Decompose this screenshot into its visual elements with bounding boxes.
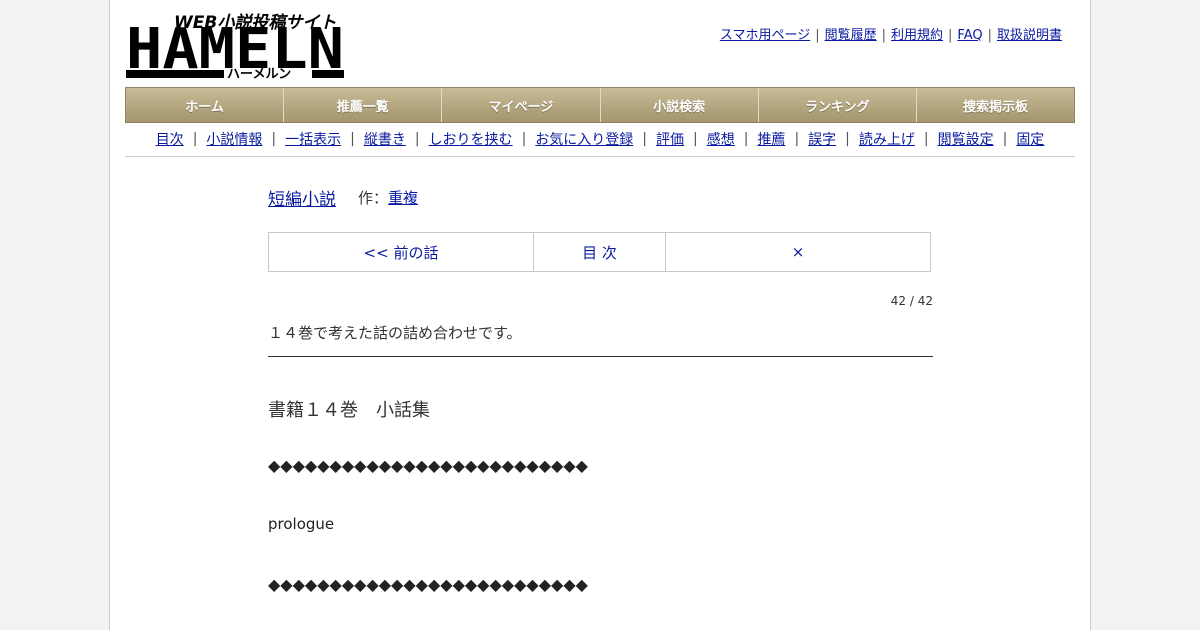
- separator: |: [743, 131, 749, 147]
- logo-kana: ハーメルン: [227, 67, 291, 80]
- nav-ranking[interactable]: ランキング: [759, 88, 917, 122]
- episode-count: 42 / 42: [890, 294, 933, 308]
- novel-title-line: 短編小説 作： 重複: [268, 180, 933, 214]
- diamond-separator: ◆◆◆◆◆◆◆◆◆◆◆◆◆◆◆◆◆◆◆◆◆◆◆◆◆◆: [268, 456, 588, 475]
- subnav-recommend[interactable]: 推薦: [757, 129, 785, 149]
- faq-link[interactable]: FAQ: [957, 28, 982, 43]
- separator: |: [521, 131, 527, 147]
- separator: |: [815, 28, 820, 43]
- subnav-pin[interactable]: 固定: [1016, 129, 1044, 149]
- separator: |: [987, 28, 992, 43]
- subnav-novel-info[interactable]: 小説情報: [206, 129, 262, 149]
- separator: |: [693, 131, 698, 147]
- toc-link[interactable]: 目 次: [534, 233, 666, 271]
- separator: |: [271, 131, 277, 147]
- separator: |: [794, 131, 800, 147]
- separator: |: [414, 131, 420, 147]
- separator: |: [642, 131, 647, 147]
- nav-novel-search[interactable]: 小説検索: [601, 88, 759, 122]
- separator: |: [948, 28, 953, 43]
- episode-body: 書籍１４巻 小話集 ◆◆◆◆◆◆◆◆◆◆◆◆◆◆◆◆◆◆◆◆◆◆◆◆◆◆ pro…: [268, 396, 933, 605]
- subnav-favorite[interactable]: お気に入り登録: [535, 129, 633, 149]
- author-link[interactable]: 重複: [388, 187, 418, 208]
- smartphone-page-link[interactable]: スマホ用ページ: [720, 28, 810, 43]
- top-links: スマホ用ページ | 閲覧履歴 | 利用規約 | FAQ | 取扱説明書: [720, 24, 1062, 43]
- novel-title[interactable]: 短編小説: [268, 185, 336, 210]
- separator: |: [1002, 131, 1008, 147]
- page-container: WEB小説投稿サイト HAMELN ハーメルン スマホ用ページ | 閲覧履歴 | 利用規…: [109, 0, 1091, 630]
- foreword: １４巻で考えた話の詰め合わせです。: [268, 322, 933, 357]
- nav-home[interactable]: ホーム: [126, 88, 285, 122]
- novel-sub-nav: 目次 | 小説情報 | 一括表示 | 縦書き | しおりを挟む | お気に入り登録 | 評価…: [125, 122, 1075, 157]
- nav-mypage[interactable]: マイページ: [442, 88, 601, 122]
- subnav-view-settings[interactable]: 閲覧設定: [938, 129, 994, 149]
- novel-content: 短編小説 作： 重複 << 前の話 目 次 × 42 / 42 １４巻で考えた話の…: [268, 180, 933, 594]
- separator: |: [923, 131, 929, 147]
- separator: |: [350, 131, 355, 147]
- subnav-bookmark[interactable]: しおりを挟む: [429, 129, 513, 149]
- subnav-show-all[interactable]: 一括表示: [285, 129, 341, 149]
- nav-recommendations[interactable]: 推薦一覧: [284, 88, 443, 122]
- separator: |: [881, 28, 886, 43]
- separator: |: [845, 131, 850, 147]
- main-nav: ホーム 推薦一覧 マイページ 小説検索 ランキング 捜索掲示板: [125, 87, 1075, 123]
- subnav-toc[interactable]: 目次: [156, 129, 184, 149]
- history-link[interactable]: 閲覧履歴: [825, 28, 877, 43]
- subnav-rating[interactable]: 評価: [656, 129, 684, 149]
- hameln-logo[interactable]: WEB小説投稿サイト HAMELN ハーメルン: [126, 10, 346, 82]
- subnav-read-aloud[interactable]: 読み上げ: [859, 129, 915, 149]
- subnav-vertical[interactable]: 縦書き: [364, 129, 406, 149]
- chapter-title: 書籍１４巻 小話集: [268, 400, 430, 421]
- diamond-separator: ◆◆◆◆◆◆◆◆◆◆◆◆◆◆◆◆◆◆◆◆◆◆◆◆◆◆: [268, 575, 588, 594]
- subnav-comments[interactable]: 感想: [707, 129, 735, 149]
- episode-pager: << 前の話 目 次 ×: [268, 232, 931, 272]
- prev-episode-link[interactable]: << 前の話: [269, 233, 534, 271]
- prologue-text: prologue: [268, 515, 335, 533]
- separator: |: [192, 131, 198, 147]
- author-label: 作：: [358, 188, 389, 207]
- terms-link[interactable]: 利用規約: [891, 28, 943, 43]
- manual-link[interactable]: 取扱説明書: [997, 28, 1062, 43]
- nav-search-board[interactable]: 捜索掲示板: [917, 88, 1074, 122]
- close-icon[interactable]: ×: [666, 233, 930, 271]
- subnav-typo[interactable]: 誤字: [808, 129, 836, 149]
